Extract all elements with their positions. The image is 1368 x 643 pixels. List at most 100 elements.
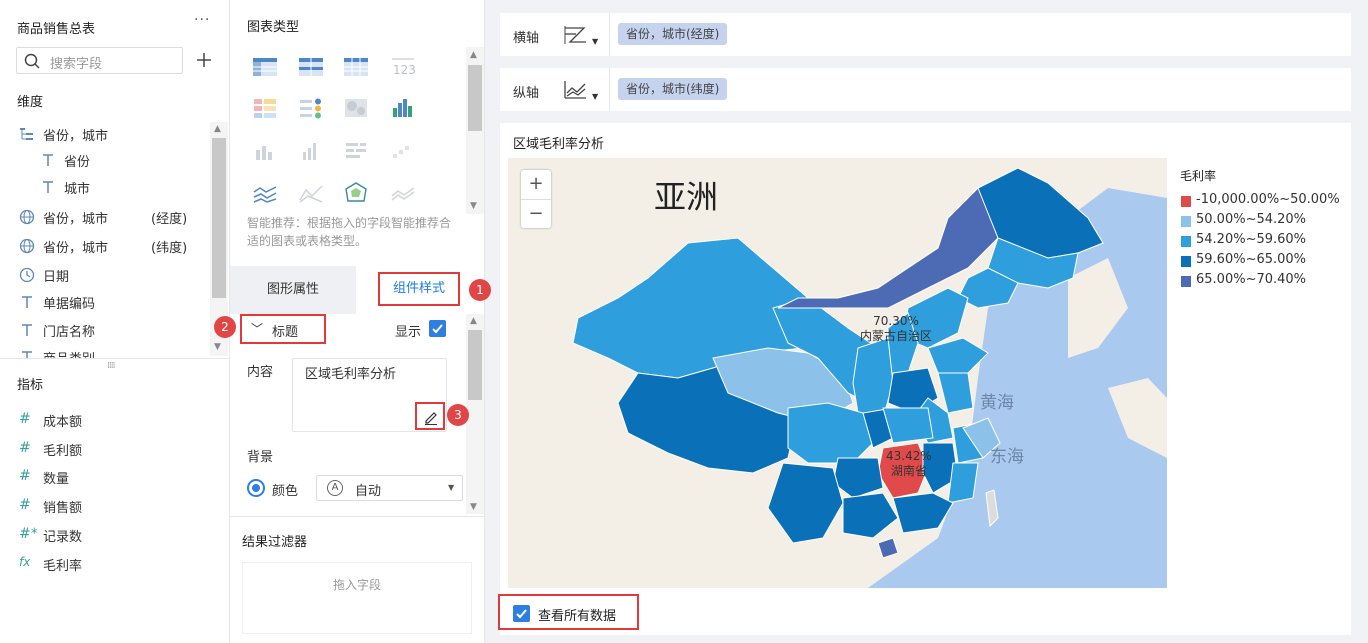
result-filter-title: 结果过滤器 xyxy=(242,535,308,550)
scroll-up-icon[interactable]: ▲ xyxy=(470,50,477,60)
title-section-header: ﹀ 标题 显示 xyxy=(230,314,466,348)
indicator-label: 成本额 xyxy=(43,415,83,430)
kpi-list-icon[interactable] xyxy=(298,97,324,119)
waterfall-chart-icon[interactable] xyxy=(390,140,416,162)
dimension-item[interactable]: 日期 xyxy=(19,266,209,286)
zoom-out-button[interactable]: − xyxy=(521,199,551,228)
show-title-checkbox[interactable] xyxy=(429,320,446,337)
legend-item[interactable]: 54.20%~59.60% xyxy=(1180,232,1350,252)
view-all-checkbox[interactable] xyxy=(513,605,530,622)
hierarchy-icon xyxy=(20,128,33,140)
region-fujian[interactable] xyxy=(947,462,979,504)
dimension-item[interactable]: 门店名称 xyxy=(19,321,209,341)
indicator-item[interactable]: # 成本额 xyxy=(19,411,209,431)
filter-drop-zone[interactable]: 拖入字段 xyxy=(242,562,472,634)
scroll-thumb[interactable] xyxy=(468,65,482,131)
scroll-up-icon[interactable]: ▲ xyxy=(214,124,221,134)
background-color-select[interactable]: A 自动 ▼ xyxy=(316,475,463,501)
legend-item[interactable]: 59.60%~65.00% xyxy=(1180,252,1350,272)
divider xyxy=(230,516,484,517)
add-icon[interactable] xyxy=(194,48,214,72)
dimension-item[interactable]: 单据编码 xyxy=(19,293,209,313)
number-card-icon[interactable]: 123 xyxy=(390,56,416,78)
x-axis-field-pill[interactable]: 省份，城市(经度) xyxy=(618,23,728,45)
chevron-down-icon: ﹀ xyxy=(251,322,264,336)
detail-table-icon[interactable] xyxy=(343,56,369,78)
view-all-data-toggle[interactable]: 查看所有数据 xyxy=(498,594,639,630)
heat-map-icon[interactable] xyxy=(343,97,369,119)
chart-type-scrollbar[interactable]: ▲ ▼ xyxy=(466,47,484,214)
dimension-item[interactable]: 省份 xyxy=(40,151,230,171)
region-data-label: 43.42% 湖南省 xyxy=(886,449,932,479)
dimension-label: 单据编码 xyxy=(43,297,96,312)
dimension-item[interactable]: 城市 xyxy=(40,178,230,198)
region-name: 内蒙古自治区 xyxy=(860,329,933,343)
tab-shape-properties[interactable]: 图形属性 xyxy=(230,266,356,314)
edit-title-button[interactable] xyxy=(415,402,445,430)
dimension-item[interactable]: 省份，城市 xyxy=(19,125,209,145)
grouped-table-icon[interactable] xyxy=(252,56,278,78)
legend-swatch xyxy=(1181,276,1191,287)
color-select-value: 自动 xyxy=(355,484,382,499)
tab-component-style[interactable]: 组件样式 xyxy=(356,266,484,314)
search-input[interactable]: 搜索字段 xyxy=(16,47,183,74)
legend-item[interactable]: 65.00%~70.40% xyxy=(1180,272,1350,292)
dimension-label: 日期 xyxy=(43,270,70,285)
scroll-down-icon[interactable]: ▼ xyxy=(214,342,221,352)
region-value: 43.42% xyxy=(886,449,932,463)
caret-down-icon[interactable]: ▼ xyxy=(592,92,598,101)
smart-recommend-tip: 智能推荐：根据拖入的字段智能推荐合适的图表或表格类型。 xyxy=(247,216,452,248)
indicator-item[interactable]: # 数量 xyxy=(19,468,209,488)
continent-label: 亚洲 xyxy=(654,178,719,216)
indicator-item[interactable]: #* 记录数 xyxy=(19,526,209,546)
scroll-thumb[interactable] xyxy=(468,330,482,400)
color-radio[interactable] xyxy=(247,479,265,497)
stacked-bar-icon[interactable] xyxy=(343,140,369,162)
multi-series-bar-icon[interactable] xyxy=(390,97,416,119)
indicator-item[interactable]: # 毛利额 xyxy=(19,440,209,460)
legend-label: 50.00%~54.20% xyxy=(1196,212,1307,227)
title-collapse-toggle[interactable]: ﹀ 标题 xyxy=(240,314,326,344)
dataset-title: 商品销售总表 xyxy=(17,22,96,37)
data-panel: 商品销售总表 ··· 搜索字段 维度 省份，城市 省份 城市 省份，城市 (经度… xyxy=(0,0,230,643)
dimension-item[interactable]: 省份，城市 (经度) xyxy=(19,208,209,228)
step-badge: 3 xyxy=(447,404,469,426)
radar-chart-icon[interactable] xyxy=(343,182,369,204)
y-axis-type-icon[interactable] xyxy=(562,79,588,101)
indicator-item[interactable]: # 销售额 xyxy=(19,497,209,517)
x-axis-type-icon[interactable] xyxy=(562,24,588,46)
legend-label: 65.00%~70.40% xyxy=(1196,272,1307,287)
dimension-suffix: (纬度) xyxy=(151,241,188,256)
indicator-item[interactable]: fx 毛利率 xyxy=(19,555,209,575)
config-panel: 图表类型 123 ▲ ▼ 智能推荐：根据拖入的字段智能推荐合适的图表或表格类型。… xyxy=(214,0,491,643)
scroll-down-icon[interactable]: ▼ xyxy=(470,502,477,512)
scroll-up-icon[interactable]: ▲ xyxy=(470,316,477,326)
area-chart-icon[interactable] xyxy=(298,182,324,204)
cross-table-icon[interactable] xyxy=(298,56,324,78)
line-chart-icon[interactable] xyxy=(252,182,278,204)
legend-label: -10,000.00%~50.00% xyxy=(1196,192,1340,207)
bar-chart-icon[interactable] xyxy=(298,140,324,162)
dimension-label: 省份，城市 xyxy=(43,129,109,144)
dimension-item[interactable]: 商品类别 xyxy=(19,348,209,358)
column-chart-icon[interactable] xyxy=(252,140,278,162)
region-name: 湖南省 xyxy=(890,464,927,478)
map-view[interactable]: + − 亚洲 黄海 东海 70.30% 内蒙古自治区 43.42% 湖南省 xyxy=(508,158,1167,588)
property-tabs: 图形属性 组件样式 xyxy=(230,266,484,314)
legend-item[interactable]: 50.00%~54.20% xyxy=(1180,212,1350,232)
dimension-label: 城市 xyxy=(64,182,91,197)
scroll-down-icon[interactable]: ▼ xyxy=(470,201,477,211)
y-axis-field-pill[interactable]: 省份，城市(纬度) xyxy=(618,78,728,100)
dimension-item[interactable]: 省份，城市 (纬度) xyxy=(19,237,209,257)
color-table-icon[interactable] xyxy=(252,97,278,119)
resize-handle[interactable]: ⁞⁞⁞⁞ xyxy=(107,361,116,371)
legend-item[interactable]: -10,000.00%~50.00% xyxy=(1180,192,1350,212)
more-icon[interactable]: ··· xyxy=(194,12,210,28)
title-content-value: 区域毛利率分析 xyxy=(305,367,397,382)
stream-chart-icon[interactable] xyxy=(390,182,416,204)
caret-down-icon[interactable]: ▼ xyxy=(592,37,598,46)
clock-icon xyxy=(19,267,35,283)
dimensions-label: 维度 xyxy=(17,95,44,110)
scroll-thumb[interactable] xyxy=(212,138,226,298)
zoom-in-button[interactable]: + xyxy=(521,170,551,199)
